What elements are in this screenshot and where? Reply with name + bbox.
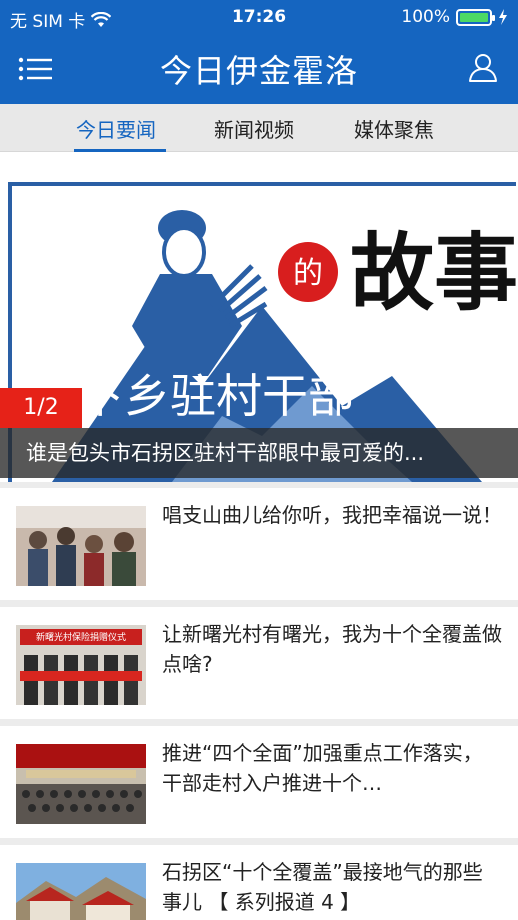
tab-news-video[interactable]: 新闻视频 <box>214 114 294 143</box>
news-headline: 推进“四个全面”加强重点工作落实，干部走村入户推进十个… <box>162 741 483 795</box>
charging-bolt-icon <box>499 9 507 25</box>
list-item[interactable]: 石拐区“十个全覆盖”最接地气的那些事儿 【 系列报道 4 】 <box>0 845 518 920</box>
calligraphy-text: 故事 <box>350 223 516 322</box>
user-icon[interactable] <box>468 52 498 82</box>
carousel-caption[interactable]: 谁是包头市石拐区驻村干部眼中最可爱的... <box>0 428 518 478</box>
app-header: 无 SIM 卡 17:26 100% 今日伊金霍洛 <box>0 0 518 104</box>
battery-group: 100% <box>401 7 508 27</box>
news-headline: 石拐区“十个全覆盖”最接地气的那些事儿 【 系列报道 4 】 <box>162 860 483 914</box>
news-headline: 让新曙光村有曙光，我为十个全覆盖做点啥? <box>162 622 502 676</box>
news-thumbnail: 新曙光村保险捐赠仪式 <box>16 625 146 705</box>
status-bar: 无 SIM 卡 17:26 100% <box>0 0 518 34</box>
list-item[interactable]: 唱支山曲儿给你听，我把幸福说一说！ <box>0 488 518 600</box>
news-thumbnail <box>16 506 146 586</box>
tab-media-focus[interactable]: 媒体聚焦 <box>354 114 434 143</box>
news-headline: 唱支山曲儿给你听，我把幸福说一说！ <box>162 503 502 527</box>
nav-bar: 今日伊金霍洛 <box>0 34 518 104</box>
list-item[interactable]: 推进“四个全面”加强重点工作落实，干部走村入户推进十个… <box>0 726 518 838</box>
thumb-banner-text: 新曙光村保险捐赠仪式 <box>36 631 126 643</box>
news-thumbnail <box>16 863 146 920</box>
tab-today-news[interactable]: 今日要闻 <box>76 114 156 143</box>
hero-carousel[interactable]: 的 故事 下乡驻村干部 1/2 谁是包头市石拐区驻村干部眼中最可爱的... <box>0 152 518 482</box>
battery-percent: 100% <box>401 7 450 27</box>
list-item[interactable]: 新曙光村保险捐赠仪式 让新曙光村有曙光，我为十个全覆盖做点啥? <box>0 607 518 719</box>
category-tabs: 今日要闻 新闻视频 媒体聚焦 <box>0 104 518 152</box>
banner-text: 下乡驻村干部 <box>78 369 354 423</box>
page-title: 今日伊金霍洛 <box>159 52 358 90</box>
badge-text: 的 <box>293 256 323 291</box>
carousel-counter: 1/2 <box>0 388 82 428</box>
battery-icon <box>456 8 495 26</box>
news-thumbnail <box>16 744 146 824</box>
